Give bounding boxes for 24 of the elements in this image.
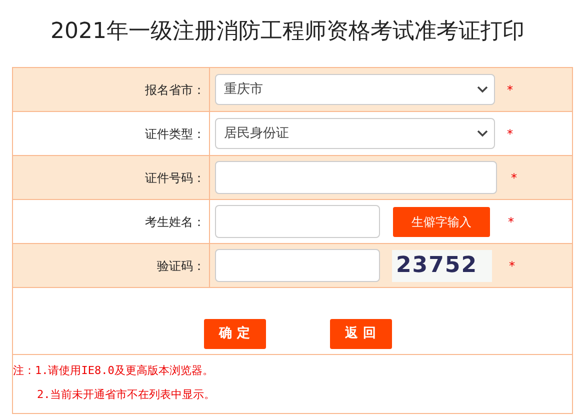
input-field[interactable] [215,205,380,238]
select-field[interactable]: 重庆市 [215,74,495,105]
note-text: 注：1.请使用IE8.0及更高版本浏览器。 [13,363,214,379]
field-label: 证件类型： [145,126,205,140]
field-label: 验证码： [157,258,205,272]
back-button[interactable]: 返 回 [330,319,392,349]
required-mark: * [508,214,514,230]
required-mark: * [507,126,513,142]
field-label: 报名省市： [145,82,205,96]
confirm-button[interactable]: 确 定 [204,319,266,349]
rare-character-button[interactable]: 生僻字输入 [393,206,490,236]
chevron-down-icon [477,86,488,93]
required-mark: * [509,258,515,274]
input-field[interactable] [215,249,380,282]
input-field[interactable] [215,161,497,194]
captcha-image: 23752 [392,250,492,282]
chevron-down-icon [477,130,488,137]
required-mark: * [507,82,513,98]
page-title: 2021年一级注册消防工程师资格考试准考证打印 [50,18,526,46]
field-label: 证件号码： [145,170,205,184]
note-text: 2.当前未开通省市不在列表中显示。 [36,387,216,403]
field-label: 考生姓名： [145,214,205,228]
required-mark: * [511,170,517,186]
select-field[interactable]: 居民身份证 [215,118,495,149]
